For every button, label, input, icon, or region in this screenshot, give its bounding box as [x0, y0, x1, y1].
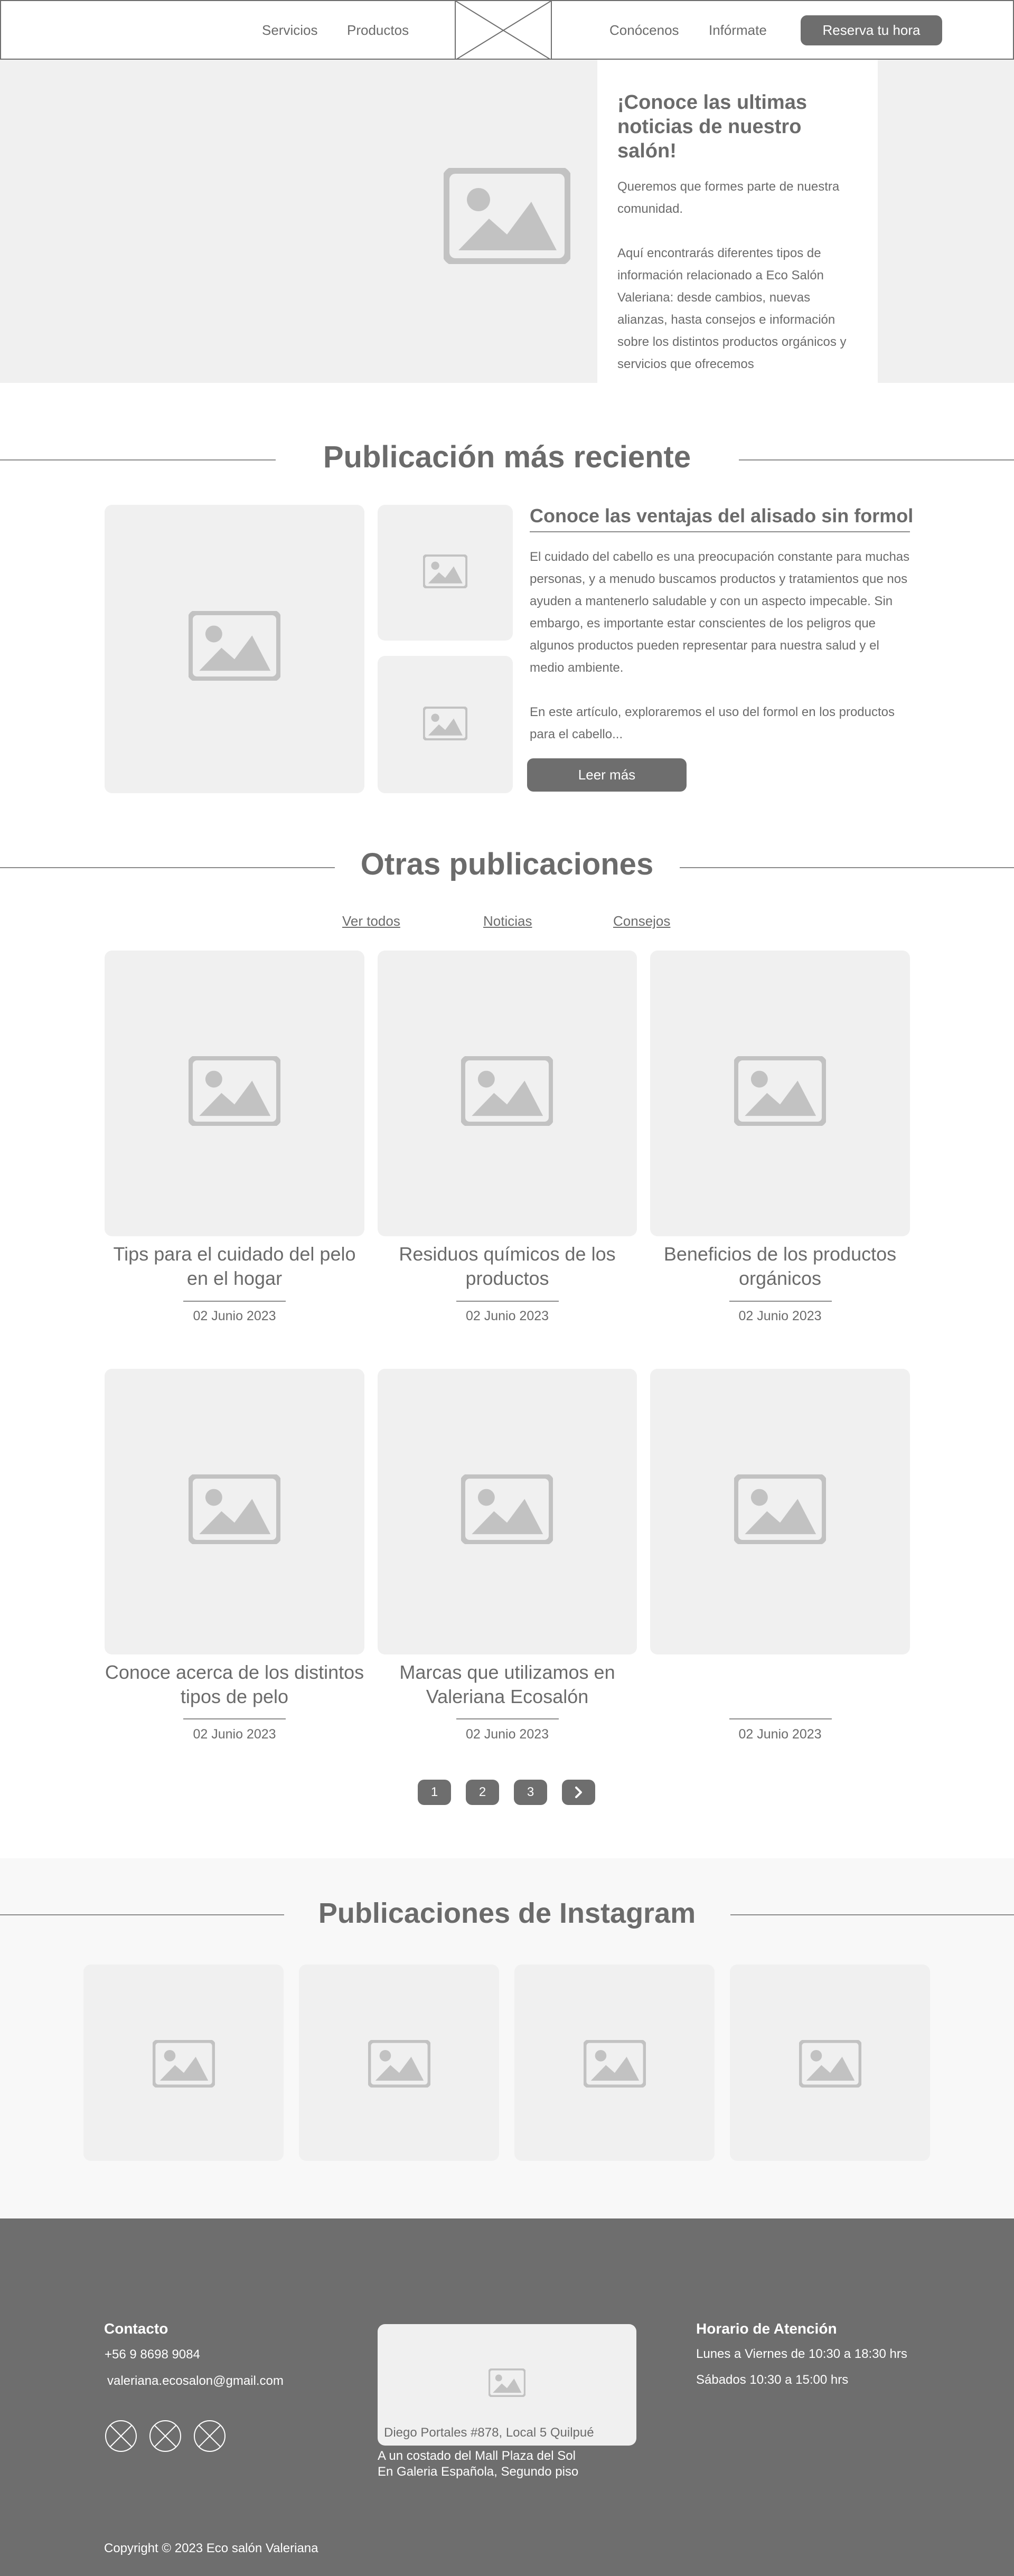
site-header: Servicios Productos Conócenos Infórmate … — [0, 0, 1014, 60]
image-placeholder-icon — [799, 2040, 861, 2088]
divider-line — [680, 867, 1014, 868]
latest-article-title[interactable]: Conoce las ventajas del alisado sin form… — [530, 505, 913, 527]
image-placeholder-icon — [368, 2040, 430, 2088]
image-placeholder-icon — [461, 1474, 553, 1544]
contact-heading: Contacto — [104, 2320, 168, 2337]
post-card-divider — [456, 1718, 559, 1719]
image-placeholder-icon — [461, 1056, 553, 1126]
filter-ver-todos[interactable]: Ver todos — [342, 913, 400, 929]
post-card-date: 02 Junio 2023 — [193, 1727, 276, 1742]
post-card-divider — [729, 1301, 832, 1302]
map-address: Diego Portales #878, Local 5 Quilpué — [384, 2425, 594, 2440]
post-card-image[interactable] — [378, 1369, 637, 1654]
map-placeholder-icon — [489, 2368, 525, 2397]
post-card-date: 02 Junio 2023 — [738, 1309, 822, 1323]
hours-heading: Horario de Atención — [696, 2320, 837, 2337]
instagram-post[interactable] — [299, 1964, 499, 2161]
image-placeholder-icon — [189, 1474, 280, 1544]
filter-noticias[interactable]: Noticias — [483, 913, 532, 929]
instagram-post[interactable] — [514, 1964, 715, 2161]
image-placeholder-icon — [584, 2040, 646, 2088]
nav-servicios[interactable]: Servicios — [262, 22, 317, 39]
hours-saturday: Sábados 10:30 a 15:00 hrs — [696, 2373, 849, 2387]
image-placeholder-icon — [189, 611, 280, 681]
copyright-text: Copyright © 2023 Eco salón Valeriana — [104, 2541, 318, 2555]
location-line-1: A un costado del Mall Plaza del Sol — [378, 2449, 576, 2463]
logo-icon — [455, 1, 551, 60]
contact-phone[interactable]: +56 9 8698 9084 — [105, 2347, 200, 2362]
post-card-date: 02 Junio 2023 — [738, 1727, 822, 1742]
post-card-title[interactable]: Marcas que utilizamos en Valeriana Ecosa… — [378, 1660, 637, 1709]
image-placeholder-icon — [734, 1056, 826, 1126]
filter-consejos[interactable]: Consejos — [613, 913, 670, 929]
contact-email[interactable]: valeriana.ecosalon@gmail.com — [107, 2374, 284, 2389]
pagination-page-3[interactable]: 3 — [514, 1780, 547, 1805]
post-card-image[interactable] — [105, 951, 364, 1236]
latest-article-paragraph: El cuidado del cabello es una preocupaci… — [530, 550, 910, 675]
instagram-post[interactable] — [730, 1964, 930, 2161]
hero-banner: ¡Conoce las ultimas noticias de nuestro … — [0, 60, 1014, 383]
post-card-divider — [183, 1301, 286, 1302]
latest-thumb-image[interactable] — [378, 656, 513, 793]
latest-main-image[interactable] — [105, 505, 364, 793]
post-card-date: 02 Junio 2023 — [193, 1309, 276, 1323]
image-placeholder-icon — [734, 1474, 826, 1544]
hero-body: Aquí encontrarás diferentes tipos de inf… — [617, 246, 847, 371]
image-placeholder-icon — [444, 168, 570, 264]
image-placeholder-icon — [153, 2040, 215, 2088]
post-card-image[interactable] — [650, 1369, 910, 1654]
others-section-title: Otras publicaciones — [360, 847, 654, 881]
reserve-button[interactable]: Reserva tu hora — [801, 15, 942, 45]
post-card-title[interactable]: Conoce acerca de los distintos tipos de … — [105, 1660, 364, 1709]
hero-card: ¡Conoce las ultimas noticias de nuestro … — [597, 60, 878, 383]
latest-section-title: Publicación más reciente — [323, 440, 691, 474]
hours-weekdays: Lunes a Viernes de 10:30 a 18:30 hrs — [696, 2347, 907, 2361]
pagination-page-1[interactable]: 1 — [418, 1780, 451, 1805]
image-placeholder-icon — [189, 1056, 280, 1126]
instagram-section-title: Publicaciones de Instagram — [318, 1897, 696, 1929]
post-card-divider — [729, 1718, 832, 1719]
nav-productos[interactable]: Productos — [347, 22, 409, 39]
chevron-right-icon — [575, 1787, 582, 1798]
divider-line — [739, 459, 1014, 460]
pagination-next-button[interactable] — [562, 1780, 595, 1805]
post-card-image[interactable] — [105, 1369, 364, 1654]
pagination-page-2[interactable]: 2 — [466, 1780, 499, 1805]
latest-thumb-image[interactable] — [378, 505, 513, 641]
hero-title: ¡Conoce las ultimas noticias de nuestro … — [617, 91, 807, 162]
post-card-title[interactable]: Beneficios de los productos orgánicos — [650, 1242, 910, 1291]
post-card-title[interactable]: Tips para el cuidado del pelo en el hoga… — [105, 1242, 364, 1291]
post-card-divider — [456, 1301, 559, 1302]
instagram-post[interactable] — [83, 1964, 284, 2161]
image-placeholder-icon — [423, 707, 467, 740]
image-placeholder-icon — [423, 554, 467, 588]
post-card-date: 02 Junio 2023 — [465, 1727, 549, 1742]
post-card-image[interactable] — [378, 951, 637, 1236]
social-icon[interactable] — [149, 2420, 182, 2452]
nav-informate[interactable]: Infórmate — [709, 22, 767, 39]
hero-intro: Queremos que formes parte de nuestra com… — [617, 180, 840, 216]
social-icon[interactable] — [193, 2420, 226, 2452]
location-map[interactable]: Diego Portales #878, Local 5 Quilpué — [378, 2324, 636, 2446]
post-card-date: 02 Junio 2023 — [465, 1309, 549, 1323]
logo-placeholder[interactable] — [455, 1, 552, 60]
article-title-underline — [530, 531, 910, 532]
location-line-2: En Galeria Española, Segundo piso — [378, 2465, 579, 2479]
post-card-divider — [183, 1718, 286, 1719]
post-card-image[interactable] — [650, 951, 910, 1236]
social-icon[interactable] — [105, 2420, 137, 2452]
nav-conocenos[interactable]: Conócenos — [609, 22, 679, 39]
post-card-title[interactable]: Residuos químicos de los productos — [378, 1242, 637, 1291]
divider-line — [730, 1914, 1014, 1915]
latest-article-excerpt: En este artículo, exploraremos el uso de… — [530, 705, 895, 741]
read-more-button[interactable]: Leer más — [527, 758, 687, 792]
